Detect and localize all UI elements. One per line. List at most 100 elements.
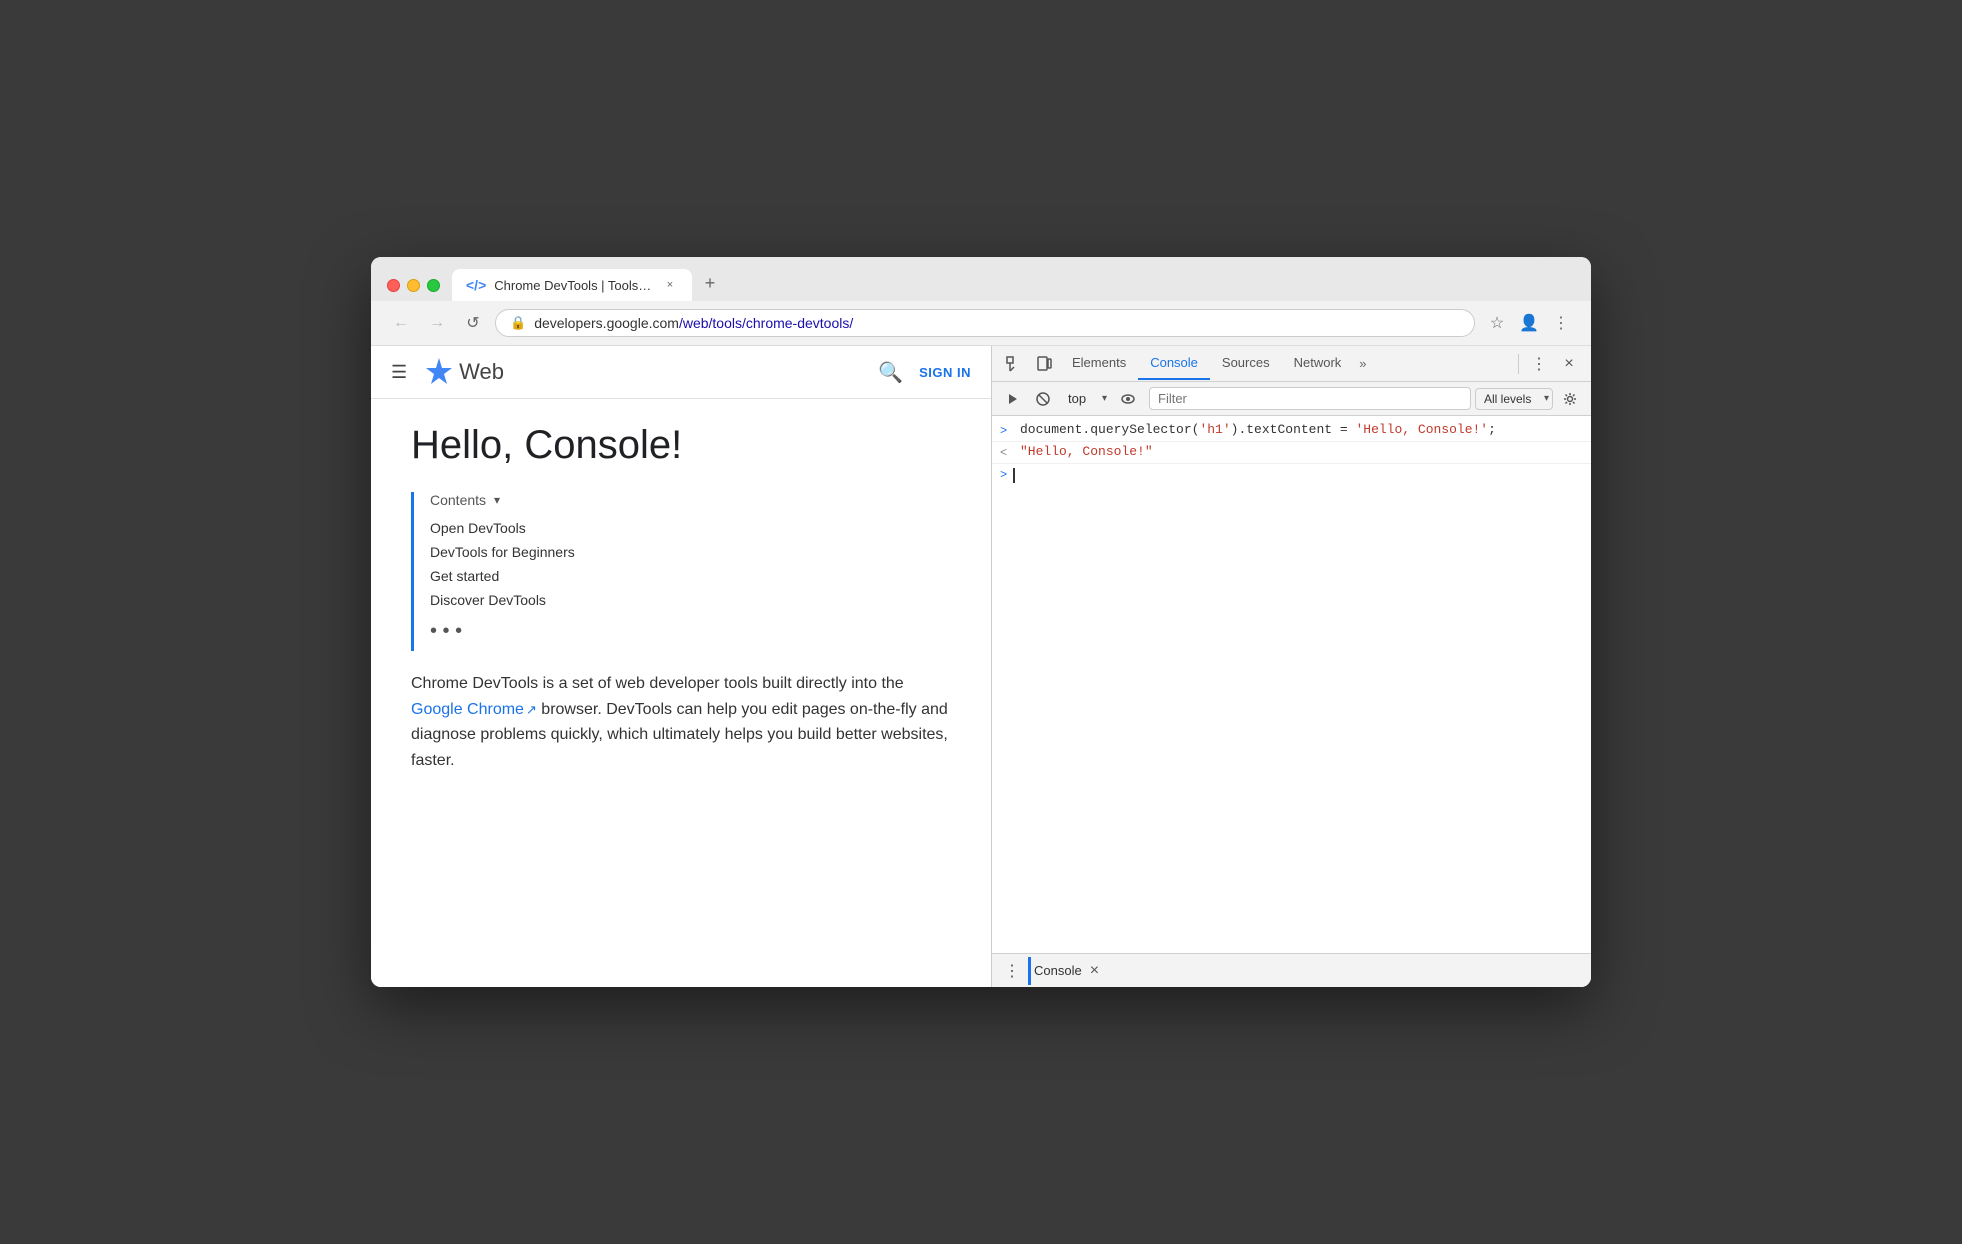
clear-console-button[interactable] [1030, 386, 1056, 412]
contents-header: Contents ▾ [430, 492, 951, 508]
nav-actions: ☆ 👤 ⋮ [1483, 309, 1575, 337]
logo-star-icon [423, 356, 455, 388]
console-cursor [1013, 468, 1015, 483]
article-heading: Hello, Console! [411, 423, 951, 468]
console-settings-button[interactable] [1557, 386, 1583, 412]
google-chrome-link[interactable]: Google Chrome [411, 701, 524, 718]
main-content: ☰ Web 🔍 SIGN IN Hello, Console! [371, 346, 1591, 987]
devtools-more-icon: ⋮ [1531, 354, 1547, 374]
console-prompt-arrow: > [1000, 468, 1007, 482]
contents-link-open-devtools[interactable]: Open DevTools [430, 516, 951, 540]
devtools-close-button[interactable]: × [1555, 350, 1583, 378]
title-bar-top: </> Chrome DevTools | Tools for W × + [387, 269, 1575, 301]
tab-elements[interactable]: Elements [1060, 347, 1138, 380]
logo-text: Web [459, 359, 504, 385]
url-path: /web/tools/chrome-devtools/ [679, 315, 853, 331]
tab-devtools-icon: </> [466, 277, 486, 293]
nav-bar: ← → ↺ 🔒 developers.google.com/web/tools/… [371, 301, 1591, 346]
contents-link-discover[interactable]: Discover DevTools [430, 588, 951, 612]
article-body: Chrome DevTools is a set of web develope… [411, 671, 951, 773]
eye-button[interactable] [1115, 386, 1141, 412]
back-icon: ← [393, 314, 409, 332]
toolbar-separator [1518, 354, 1519, 374]
article-body-text-1: Chrome DevTools is a set of web develope… [411, 675, 904, 692]
more-dots: • • • [430, 612, 951, 651]
element-picker-button[interactable] [1000, 350, 1028, 378]
console-line-input: > document.querySelector('h1').textConte… [992, 420, 1591, 442]
context-selector[interactable]: top [1060, 388, 1111, 409]
contents-label: Contents [430, 492, 486, 508]
contents-link-get-started[interactable]: Get started [430, 564, 951, 588]
bookmark-button[interactable]: ☆ [1483, 309, 1511, 337]
contents-link-beginners[interactable]: DevTools for Beginners [430, 540, 951, 564]
page-content: ☰ Web 🔍 SIGN IN Hello, Console! [371, 346, 991, 987]
forward-button[interactable]: → [423, 309, 451, 337]
more-vert-icon: ⋮ [1553, 313, 1569, 333]
levels-selector[interactable]: All levels [1475, 388, 1553, 410]
levels-selector-wrapper: All levels ▾ [1475, 388, 1553, 410]
device-toolbar-button[interactable] [1030, 350, 1058, 378]
bottom-bar-menu-button[interactable]: ⋮ [1004, 961, 1020, 981]
address-bar[interactable]: 🔒 developers.google.com/web/tools/chrome… [495, 309, 1475, 337]
more-tabs-button[interactable]: » [1353, 348, 1372, 379]
minimize-window-button[interactable] [407, 279, 420, 292]
console-play-button[interactable] [1000, 386, 1026, 412]
page-nav: ☰ Web 🔍 SIGN IN [371, 346, 991, 399]
active-tab[interactable]: </> Chrome DevTools | Tools for W × [452, 269, 692, 301]
tab-title: Chrome DevTools | Tools for W [494, 278, 654, 293]
new-tab-button[interactable]: + [696, 269, 724, 297]
console-toolbar: top ▾ All levels ▾ [992, 382, 1591, 416]
devtools-more-button[interactable]: ⋮ [1525, 350, 1553, 378]
hamburger-menu-button[interactable]: ☰ [391, 362, 407, 383]
back-button[interactable]: ← [387, 309, 415, 337]
eye-icon [1121, 392, 1135, 406]
page-nav-actions: 🔍 SIGN IN [878, 360, 971, 385]
contents-chevron-icon: ▾ [494, 493, 500, 507]
article-area: Hello, Console! Contents ▾ Open DevTools… [371, 399, 991, 987]
title-bar: </> Chrome DevTools | Tools for W × + [371, 257, 1591, 301]
bottom-bar-indicator [1028, 957, 1031, 985]
lock-icon: 🔒 [510, 315, 526, 331]
filter-input-wrapper [1149, 387, 1471, 410]
devtools-close-icon: × [1564, 355, 1573, 373]
clear-icon [1036, 392, 1050, 406]
tabs-row: </> Chrome DevTools | Tools for W × + [452, 269, 1575, 301]
device-toolbar-icon [1036, 356, 1052, 372]
element-picker-icon [1006, 356, 1022, 372]
more-options-button[interactable]: ⋮ [1547, 309, 1575, 337]
bottom-bar-console-label: Console [1034, 963, 1082, 978]
url-domain: developers.google.com [534, 315, 679, 331]
console-prompt-line[interactable]: > [992, 464, 1591, 486]
tab-close-button[interactable]: × [662, 277, 678, 293]
tab-console[interactable]: Console [1138, 347, 1210, 380]
search-button[interactable]: 🔍 [878, 360, 903, 385]
contents-box: Contents ▾ Open DevTools DevTools for Be… [411, 492, 951, 651]
maximize-window-button[interactable] [427, 279, 440, 292]
tab-network[interactable]: Network [1282, 347, 1354, 380]
forward-icon: → [429, 314, 445, 332]
devtools-tabs: Elements Console Sources Network » [1060, 347, 1512, 380]
devtools-panel: Elements Console Sources Network » ⋮ × [991, 346, 1591, 987]
play-icon [1006, 392, 1020, 406]
filter-input[interactable] [1149, 387, 1471, 410]
external-link-icon: ↗ [526, 700, 537, 721]
tab-sources[interactable]: Sources [1210, 347, 1282, 380]
address-text: developers.google.com/web/tools/chrome-d… [534, 315, 1460, 331]
console-line-output: < "Hello, Console!" [992, 442, 1591, 464]
close-window-button[interactable] [387, 279, 400, 292]
sign-in-button[interactable]: SIGN IN [919, 365, 971, 380]
reload-icon: ↺ [466, 313, 479, 333]
console-code-1: document.querySelector('h1').textContent… [1020, 422, 1496, 437]
reload-button[interactable]: ↺ [459, 309, 487, 337]
bottom-bar-close-button[interactable]: × [1090, 962, 1099, 980]
google-logo: Web [423, 356, 504, 388]
settings-icon [1563, 392, 1577, 406]
console-output: > document.querySelector('h1').textConte… [992, 416, 1591, 953]
bottom-bar-label-wrapper: Console [1028, 963, 1082, 978]
profile-button[interactable]: 👤 [1515, 309, 1543, 337]
devtools-toolbar: Elements Console Sources Network » ⋮ × [992, 346, 1591, 382]
devtools-bottom-bar: ⋮ Console × [992, 953, 1591, 987]
traffic-lights [387, 279, 440, 292]
console-arrow-in: > [1000, 422, 1014, 438]
console-arrow-out: < [1000, 444, 1014, 460]
